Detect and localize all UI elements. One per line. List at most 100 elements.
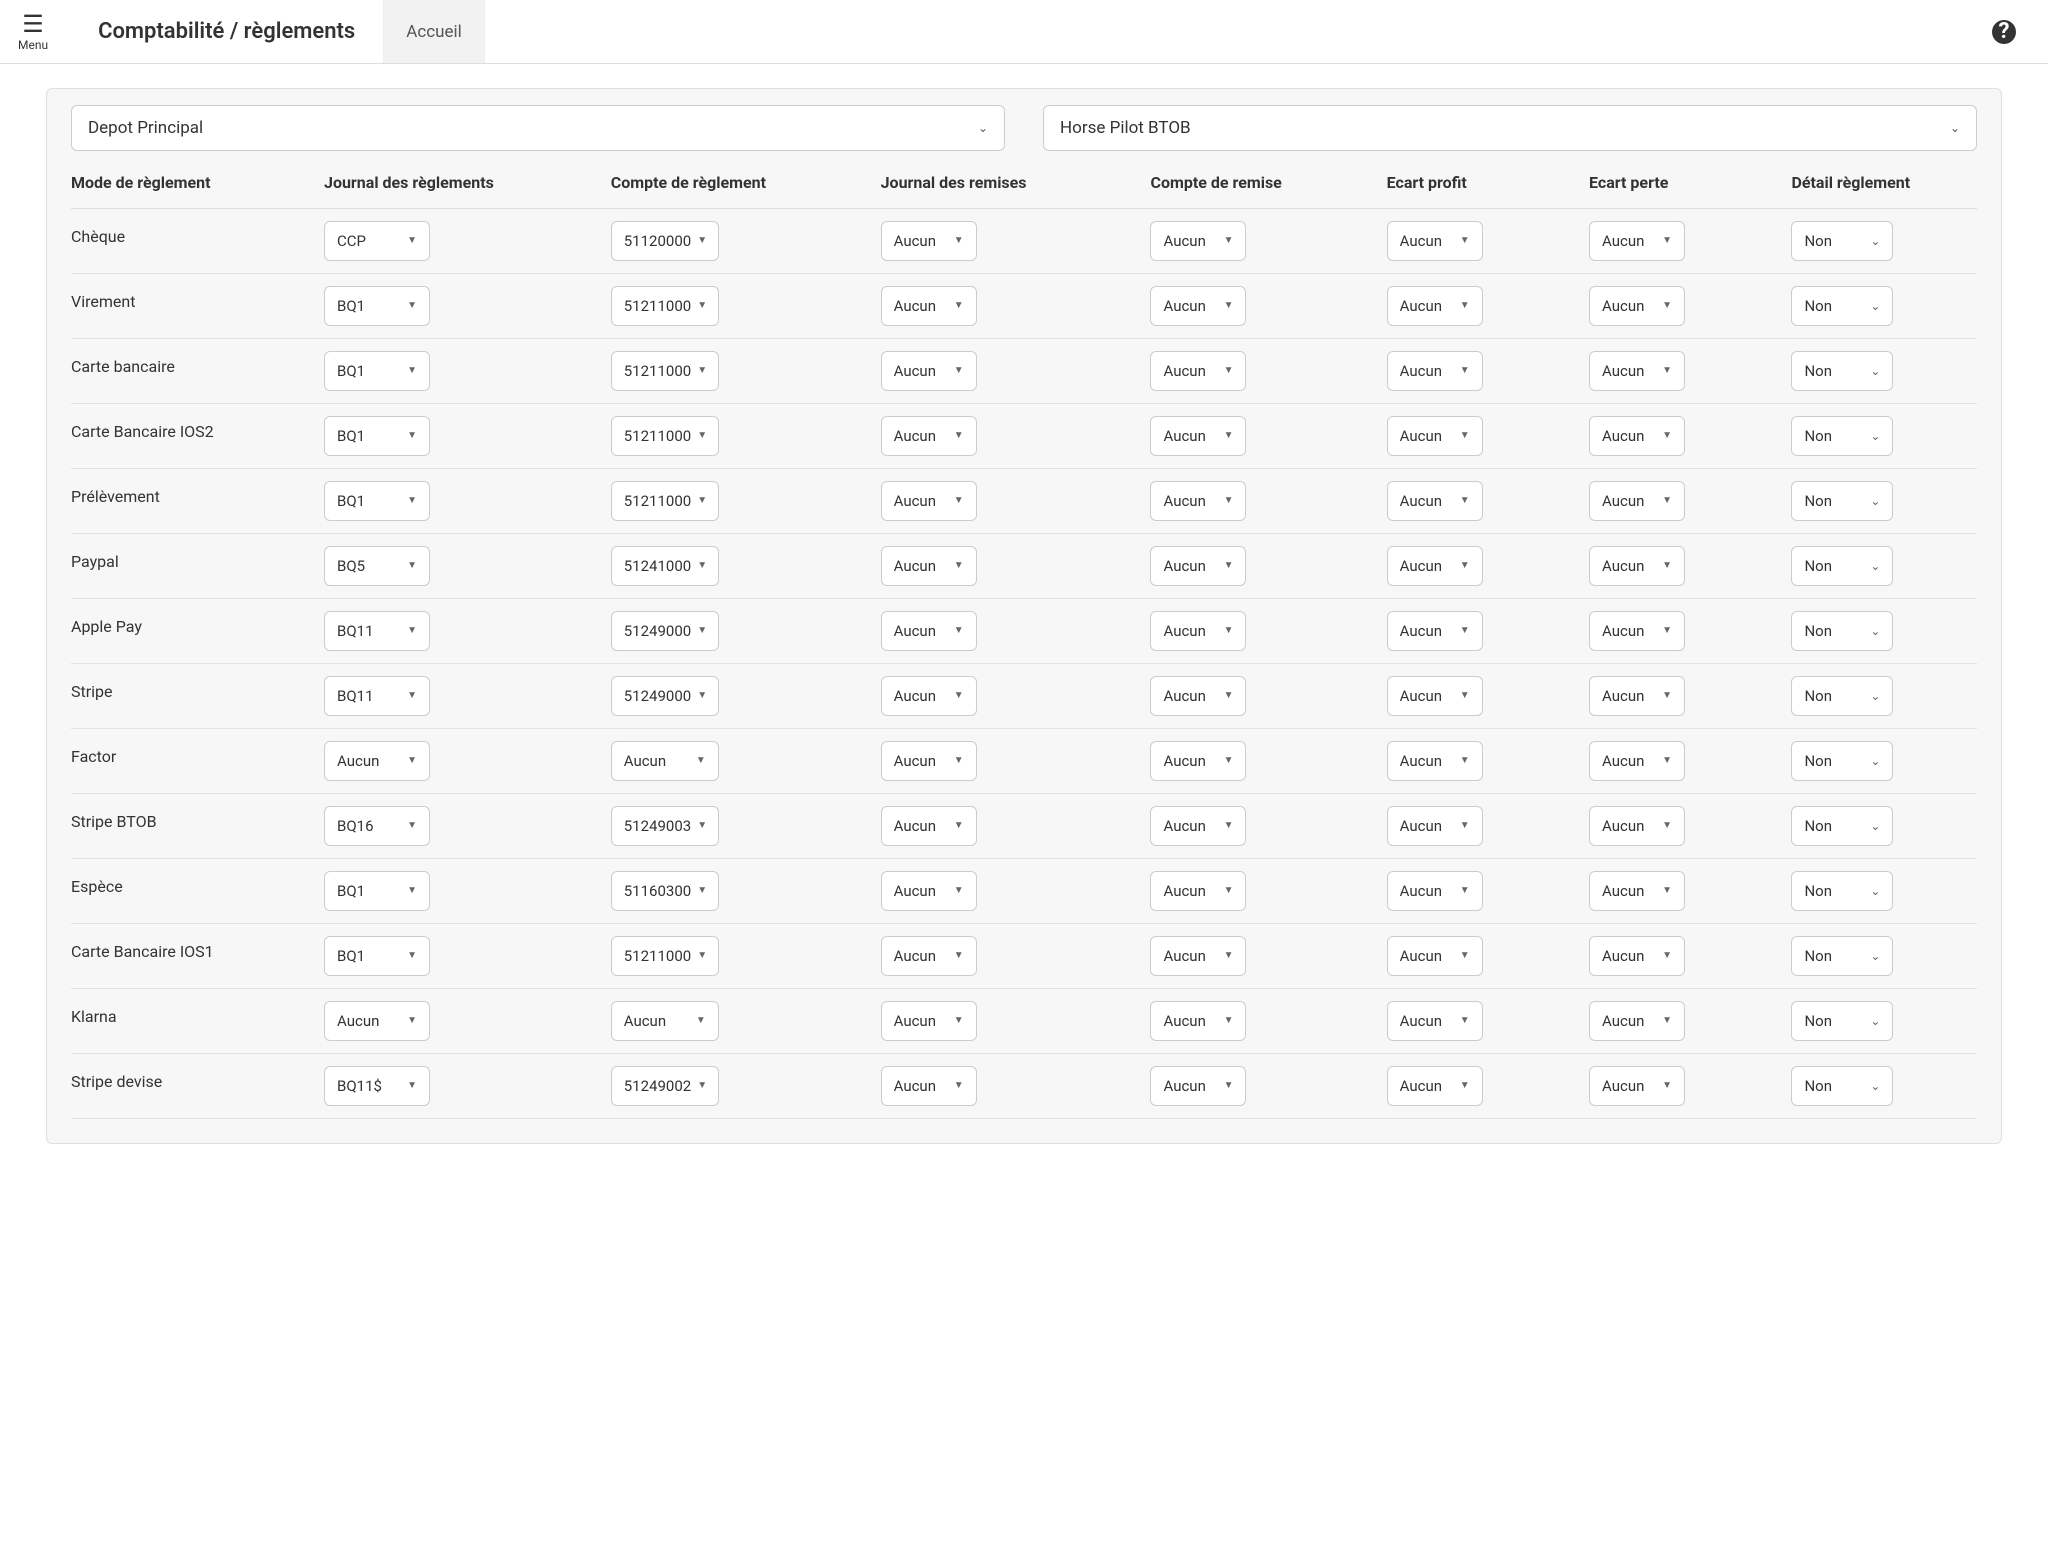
journal-remises-select[interactable]: Aucun▼ [881, 546, 977, 586]
ecart-perte-select[interactable]: Aucun▼ [1589, 1001, 1685, 1041]
compte-select[interactable]: 51249003▼ [611, 806, 719, 846]
compte-select[interactable]: 51211000▼ [611, 286, 719, 326]
ecart-profit-select[interactable]: Aucun▼ [1387, 351, 1483, 391]
ecart-profit-select[interactable]: Aucun▼ [1387, 1001, 1483, 1041]
journal-remises-select[interactable]: Aucun▼ [881, 806, 977, 846]
journal-remises-select[interactable]: Aucun▼ [881, 611, 977, 651]
tab-accueil[interactable]: Accueil [383, 0, 485, 63]
detail-select[interactable]: Non⌄ [1791, 676, 1893, 716]
compte-remise-select[interactable]: Aucun▼ [1150, 676, 1246, 716]
journal-remises-select[interactable]: Aucun▼ [881, 416, 977, 456]
compte-remise-select[interactable]: Aucun▼ [1150, 351, 1246, 391]
detail-select[interactable]: Non⌄ [1791, 1066, 1893, 1106]
journal-remises-select[interactable]: Aucun▼ [881, 481, 977, 521]
journal-select[interactable]: BQ1▼ [324, 416, 430, 456]
company-select[interactable]: Horse Pilot BTOB ⌄ [1043, 105, 1977, 151]
compte-select[interactable]: 51211000▼ [611, 351, 719, 391]
journal-remises-select[interactable]: Aucun▼ [881, 936, 977, 976]
compte-remise-select[interactable]: Aucun▼ [1150, 546, 1246, 586]
compte-remise-select[interactable]: Aucun▼ [1150, 221, 1246, 261]
journal-select[interactable]: BQ16▼ [324, 806, 430, 846]
compte-select[interactable]: 51249000▼ [611, 611, 719, 651]
depot-select[interactable]: Depot Principal ⌄ [71, 105, 1005, 151]
journal-remises-select[interactable]: Aucun▼ [881, 221, 977, 261]
journal-select[interactable]: BQ11$▼ [324, 1066, 430, 1106]
journal-select[interactable]: BQ1▼ [324, 351, 430, 391]
ecart-perte-select[interactable]: Aucun▼ [1589, 676, 1685, 716]
compte-select[interactable]: 51160300▼ [611, 871, 719, 911]
ecart-profit-select[interactable]: Aucun▼ [1387, 871, 1483, 911]
ecart-perte-select[interactable]: Aucun▼ [1589, 806, 1685, 846]
ecart-perte-select[interactable]: Aucun▼ [1589, 416, 1685, 456]
detail-select[interactable]: Non⌄ [1791, 416, 1893, 456]
journal-select[interactable]: BQ5▼ [324, 546, 430, 586]
compte-remise-select[interactable]: Aucun▼ [1150, 1001, 1246, 1041]
compte-select[interactable]: 51120000▼ [611, 221, 719, 261]
ecart-profit-select[interactable]: Aucun▼ [1387, 286, 1483, 326]
compte-remise-select[interactable]: Aucun▼ [1150, 1066, 1246, 1106]
compte-remise-select[interactable]: Aucun▼ [1150, 871, 1246, 911]
detail-select[interactable]: Non⌄ [1791, 351, 1893, 391]
journal-select[interactable]: Aucun▼ [324, 741, 430, 781]
journal-select[interactable]: BQ1▼ [324, 871, 430, 911]
journal-remises-select[interactable]: Aucun▼ [881, 351, 977, 391]
compte-select[interactable]: Aucun▼ [611, 741, 719, 781]
ecart-profit-select[interactable]: Aucun▼ [1387, 221, 1483, 261]
journal-select[interactable]: Aucun▼ [324, 1001, 430, 1041]
menu-button[interactable]: ☰ Menu [0, 4, 66, 60]
ecart-perte-select[interactable]: Aucun▼ [1589, 481, 1685, 521]
journal-select[interactable]: BQ1▼ [324, 936, 430, 976]
detail-select[interactable]: Non⌄ [1791, 481, 1893, 521]
help-icon[interactable]: ? [1992, 20, 2016, 44]
ecart-perte-select[interactable]: Aucun▼ [1589, 286, 1685, 326]
detail-select[interactable]: Non⌄ [1791, 1001, 1893, 1041]
detail-select[interactable]: Non⌄ [1791, 546, 1893, 586]
ecart-perte-select[interactable]: Aucun▼ [1589, 871, 1685, 911]
ecart-profit-select[interactable]: Aucun▼ [1387, 676, 1483, 716]
compte-select[interactable]: Aucun▼ [611, 1001, 719, 1041]
compte-select[interactable]: 51249002▼ [611, 1066, 719, 1106]
journal-remises-select[interactable]: Aucun▼ [881, 676, 977, 716]
detail-select[interactable]: Non⌄ [1791, 286, 1893, 326]
detail-select[interactable]: Non⌄ [1791, 741, 1893, 781]
compte-remise-select[interactable]: Aucun▼ [1150, 481, 1246, 521]
detail-select[interactable]: Non⌄ [1791, 611, 1893, 651]
journal-select[interactable]: BQ1▼ [324, 481, 430, 521]
journal-select[interactable]: BQ11▼ [324, 676, 430, 716]
journal-select[interactable]: BQ11▼ [324, 611, 430, 651]
ecart-perte-select[interactable]: Aucun▼ [1589, 611, 1685, 651]
compte-select[interactable]: 51241000▼ [611, 546, 719, 586]
ecart-perte-select[interactable]: Aucun▼ [1589, 1066, 1685, 1106]
ecart-profit-select[interactable]: Aucun▼ [1387, 611, 1483, 651]
ecart-profit-select[interactable]: Aucun▼ [1387, 481, 1483, 521]
compte-remise-select[interactable]: Aucun▼ [1150, 741, 1246, 781]
compte-remise-select[interactable]: Aucun▼ [1150, 806, 1246, 846]
compte-remise-select[interactable]: Aucun▼ [1150, 416, 1246, 456]
compte-select[interactable]: 51211000▼ [611, 416, 719, 456]
compte-remise-select[interactable]: Aucun▼ [1150, 936, 1246, 976]
ecart-perte-select[interactable]: Aucun▼ [1589, 221, 1685, 261]
journal-remises-select[interactable]: Aucun▼ [881, 1001, 977, 1041]
compte-select[interactable]: 51249000▼ [611, 676, 719, 716]
ecart-profit-select[interactable]: Aucun▼ [1387, 806, 1483, 846]
compte-remise-select[interactable]: Aucun▼ [1150, 286, 1246, 326]
journal-remises-select[interactable]: Aucun▼ [881, 741, 977, 781]
journal-remises-select[interactable]: Aucun▼ [881, 871, 977, 911]
ecart-profit-select[interactable]: Aucun▼ [1387, 936, 1483, 976]
detail-select[interactable]: Non⌄ [1791, 806, 1893, 846]
ecart-profit-select[interactable]: Aucun▼ [1387, 741, 1483, 781]
journal-select[interactable]: BQ1▼ [324, 286, 430, 326]
detail-select[interactable]: Non⌄ [1791, 871, 1893, 911]
ecart-profit-select[interactable]: Aucun▼ [1387, 1066, 1483, 1106]
compte-select[interactable]: 51211000▼ [611, 936, 719, 976]
ecart-profit-select[interactable]: Aucun▼ [1387, 546, 1483, 586]
ecart-profit-select[interactable]: Aucun▼ [1387, 416, 1483, 456]
journal-remises-select[interactable]: Aucun▼ [881, 1066, 977, 1106]
detail-select[interactable]: Non⌄ [1791, 936, 1893, 976]
detail-select[interactable]: Non⌄ [1791, 221, 1893, 261]
compte-remise-select[interactable]: Aucun▼ [1150, 611, 1246, 651]
ecart-perte-select[interactable]: Aucun▼ [1589, 741, 1685, 781]
journal-select[interactable]: CCP▼ [324, 221, 430, 261]
ecart-perte-select[interactable]: Aucun▼ [1589, 936, 1685, 976]
ecart-perte-select[interactable]: Aucun▼ [1589, 351, 1685, 391]
